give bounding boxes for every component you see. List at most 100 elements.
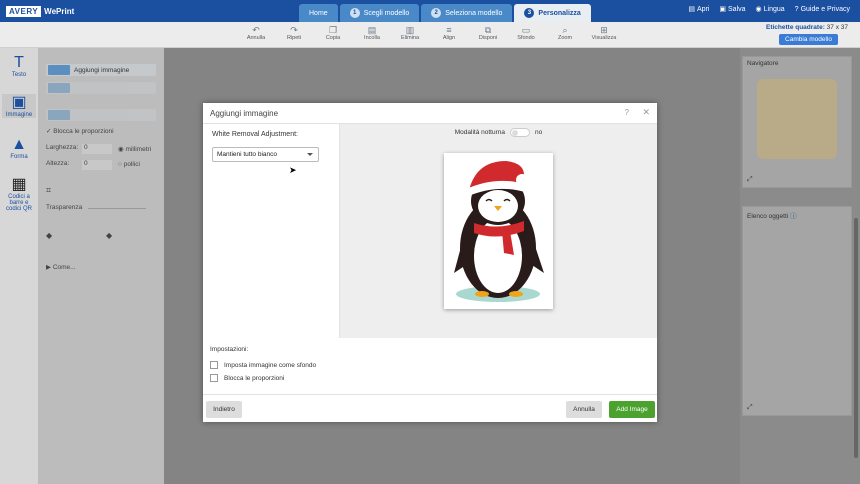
close-icon[interactable]: ✕ (642, 107, 650, 118)
expand-icon[interactable]: ⤢ (747, 176, 753, 184)
open-link[interactable]: ▤ Apri (688, 5, 710, 14)
back-button[interactable]: Indietro (206, 401, 242, 418)
shape-tool[interactable]: ▲ Forma (2, 136, 36, 160)
tab-select-template[interactable]: 2 Seleziona modello (421, 4, 513, 22)
night-mode-toggle[interactable] (510, 128, 530, 137)
open-label: Apri (696, 5, 710, 13)
edit-image-button[interactable] (46, 109, 156, 121)
arrange-button[interactable]: ⧉ Disponi (468, 25, 508, 41)
width-input[interactable]: 0 (82, 144, 112, 154)
help-link[interactable]: ? Guide e Privacy (795, 5, 850, 13)
arrange-icon: ⧉ (484, 25, 492, 35)
barcode-tool[interactable]: ▦ Codici a barre e codici QR (2, 176, 36, 212)
copy-button[interactable]: ❐ Copia (313, 25, 353, 41)
tab-customize[interactable]: 3 Personalizza (514, 4, 591, 22)
transparency-label: Trasparenza (46, 204, 83, 211)
navigator-thumbnail[interactable] (757, 79, 837, 159)
zoom-icon: ⌕ (562, 25, 568, 35)
set-as-background-label: Imposta immagine come sfondo (224, 361, 317, 369)
width-label: Larghezza: (46, 144, 79, 151)
mouse-cursor-icon: ➤ (289, 165, 297, 175)
height-label: Altezza: (46, 160, 70, 167)
paste-button[interactable]: ▤ Incolla (352, 25, 392, 41)
tool-label: Zoom (557, 35, 573, 41)
label-info: Etichette quadrate: 37 x 37 (766, 24, 848, 31)
undo-button[interactable]: ↶ Annulla (236, 25, 276, 41)
tool-label: Elimina (400, 35, 420, 41)
replace-icon (48, 83, 70, 93)
text-tool[interactable]: T Testo (2, 54, 36, 78)
stroke-icon[interactable]: ◆ (106, 231, 112, 240)
objects-title: Elenco oggetti ⓘ (743, 207, 851, 221)
tool-label: Disponi (478, 35, 498, 41)
navigator-title: Navigatore (747, 60, 779, 67)
tab-home[interactable]: Home (299, 4, 338, 22)
background-button[interactable]: ▭ Sfondo (506, 25, 546, 41)
step-tabs: Home 1 Scegli modello 2 Seleziona modello … (299, 4, 591, 22)
top-nav: ▤ Apri ▣ Salva ◉ Lingua ? Guide e Privacy (688, 5, 850, 14)
edit-icon (48, 110, 70, 120)
checkbox-box (210, 361, 218, 369)
image-icon: ▣ (11, 94, 27, 111)
help-icon: ? (794, 5, 799, 13)
settings-heading: Impostazioni: (210, 346, 249, 353)
add-image-dialog: Aggiungi immagine ? ✕ White Removal Adju… (203, 103, 657, 422)
objects-label: Elenco oggetti (747, 213, 789, 220)
night-mode-row: Modalità notturna no (340, 128, 657, 137)
add-image-label: Aggiungi immagine (74, 66, 130, 74)
redo-button[interactable]: ↷ Ripeti (274, 25, 314, 41)
language-label: Lingua (763, 5, 785, 13)
help-icon[interactable]: ? (625, 108, 629, 117)
paste-icon: ▤ (367, 25, 377, 35)
cancel-button[interactable]: Annulla (566, 401, 602, 418)
unit-in-radio[interactable]: ○ pollici (118, 161, 140, 168)
checkbox-box (210, 374, 218, 382)
dialog-options: White Removal Adjustment: Mantieni tutto… (203, 124, 340, 338)
globe-icon: ◉ (755, 6, 762, 13)
add-image-button[interactable]: Aggiungi immagine (46, 64, 156, 76)
keep-ratio-checkbox[interactable]: Blocca le proporzioni (210, 374, 284, 382)
objects-panel: Elenco oggetti ⓘ ⤢ (742, 206, 852, 416)
dialog-preview-area: Modalità notturna no (340, 124, 657, 338)
grid-icon: ⊞ (600, 25, 608, 35)
dialog-footer: Indietro Annulla Add Image (203, 394, 657, 422)
white-removal-select[interactable]: Mantieni tutto bianco (212, 147, 319, 162)
add-image-submit-button[interactable]: Add Image (609, 401, 655, 418)
folder-icon: ▤ (688, 6, 695, 13)
fill-icon[interactable]: ◆ (46, 231, 52, 240)
zoom-button[interactable]: ⌕ Zoom (545, 25, 585, 41)
keep-ratio-checkbox[interactable]: ✓ Blocca le proporzioni (46, 127, 114, 135)
penguin-image (454, 161, 544, 302)
transparency-slider[interactable] (88, 208, 146, 209)
keep-ratio-label: Blocca le proporzioni (224, 374, 285, 382)
tool-label: Ripeti (286, 35, 302, 41)
right-scrollbar[interactable] (854, 218, 858, 458)
tab-label: Scegli modello (363, 9, 410, 17)
save-link[interactable]: ▣ Salva (719, 5, 746, 14)
step-number: 1 (349, 8, 360, 18)
set-as-background-checkbox[interactable]: Imposta immagine come sfondo (210, 361, 316, 369)
replace-image-button[interactable] (46, 82, 156, 94)
white-removal-label: White Removal Adjustment: (212, 131, 298, 138)
redo-icon: ↷ (290, 25, 298, 35)
height-input[interactable]: 0 (82, 160, 112, 170)
info-icon[interactable]: ⓘ (790, 213, 797, 220)
shape-icon: ▲ (11, 136, 27, 153)
delete-button[interactable]: ▥ Elimina (390, 25, 430, 41)
howto-link[interactable]: ▶ Come... (46, 263, 76, 271)
change-template-button[interactable]: Cambia modello (779, 34, 838, 45)
left-toolbar: T Testo ▣ Immagine ▲ Forma ▦ Codici a barre … (0, 48, 38, 484)
expand-icon[interactable]: ⤢ (747, 404, 753, 412)
image-panel: Aggiungi immagine ✓ Blocca le proporzion… (38, 48, 164, 484)
save-label: Salva (728, 5, 746, 13)
qr-icon: ▦ (11, 176, 27, 193)
image-tool[interactable]: ▣ Immagine (2, 94, 36, 118)
view-button[interactable]: ⊞ Visualizza (584, 25, 624, 41)
trash-icon: ▥ (405, 25, 415, 35)
app-logo: AVERY WePrint (6, 4, 74, 18)
tab-choose-template[interactable]: 1 Scegli modello (339, 4, 420, 22)
unit-mm-radio[interactable]: ◉ millimetri (118, 145, 151, 153)
language-link[interactable]: ◉ Lingua (755, 5, 785, 14)
crop-icon[interactable]: ⌗ (46, 185, 51, 196)
align-button[interactable]: ≡ Align (429, 25, 469, 41)
